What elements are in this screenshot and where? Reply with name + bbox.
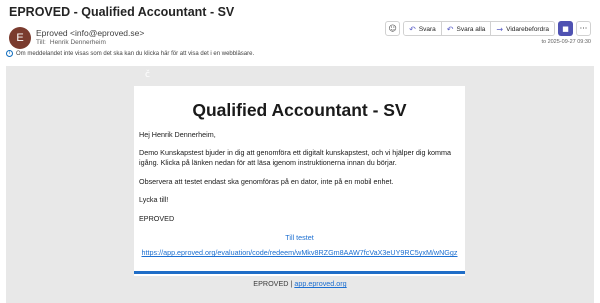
message-card: Qualified Accountant - SV Hej Henrik Den… — [134, 86, 465, 276]
test-link[interactable]: Till testet — [134, 233, 465, 242]
info-bar[interactable]: i Om meddelandet inte visas som det ska … — [6, 50, 254, 57]
info-bar-text[interactable]: Om meddelandet inte visas som det ska ka… — [16, 51, 254, 57]
reply-button-group: ↶ Svara ↶ Svara alla → Vidarebefordra — [403, 21, 555, 36]
card-title: Qualified Accountant - SV — [192, 100, 407, 120]
reply-all-button[interactable]: ↶ Svara alla — [441, 22, 492, 35]
signature-text: EPROVED — [139, 214, 175, 223]
received-date: to 2025-09-27 09:30 — [541, 39, 591, 45]
to-label: Till: — [36, 39, 46, 46]
email-subject: EPROVED - Qualified Accountant - SV — [9, 5, 235, 19]
footer-link[interactable]: app.eproved.org — [294, 279, 346, 288]
smiley-icon: ☺ — [388, 24, 397, 33]
sender-address[interactable]: Eproved <info@eproved.se> — [36, 28, 144, 38]
email-reading-pane: EPROVED - Qualified Accountant - SV E Ep… — [0, 0, 600, 303]
reply-all-label: Svara alla — [456, 26, 486, 33]
emoji-button[interactable]: ☺ — [385, 21, 401, 36]
more-actions-button[interactable]: ··· — [576, 21, 591, 36]
footer-brand: EPROVED — [253, 279, 289, 288]
reply-label: Svara — [418, 26, 436, 33]
greeting-text: Hej Henrik Dennerheim, — [139, 130, 216, 139]
info-icon: i — [6, 50, 13, 57]
email-body: č Qualified Accountant - SV Hej Henrik D… — [6, 66, 594, 303]
notice-paragraph: Observera att testet endast ska genomför… — [139, 177, 394, 186]
banner-glyph: č — [145, 70, 150, 80]
test-url-link[interactable]: https://app.eproved.org/evaluation/code/… — [134, 248, 465, 257]
message-toolbar: ☺ ↶ Svara ↶ Svara alla → Vidarebefordra … — [385, 21, 591, 36]
intro-paragraph: Demo Kunskapstest bjuder in dig att geno… — [139, 148, 452, 167]
reply-button[interactable]: ↶ Svara — [404, 22, 442, 35]
forward-button[interactable]: → Vidarebefordra — [491, 22, 554, 35]
reply-all-icon: ↶ — [446, 25, 454, 34]
apps-icon: ■ — [562, 24, 569, 33]
apps-button[interactable]: ■ — [558, 21, 573, 36]
footer-separator: | — [290, 279, 293, 288]
card-accent-bar — [134, 271, 465, 274]
closing-text: Lycka till! — [139, 195, 169, 204]
more-icon: ··· — [579, 24, 588, 33]
reply-icon: ↶ — [409, 25, 416, 34]
recipient-name[interactable]: Henrik Dennerheim — [50, 39, 106, 46]
email-footer: EPROVED | app.eproved.org — [6, 279, 594, 288]
forward-label: Vidarebefordra — [506, 26, 549, 33]
forward-icon: → — [496, 25, 504, 34]
avatar[interactable]: E — [9, 27, 31, 49]
recipient-line: Till: Henrik Dennerheim — [36, 39, 106, 46]
